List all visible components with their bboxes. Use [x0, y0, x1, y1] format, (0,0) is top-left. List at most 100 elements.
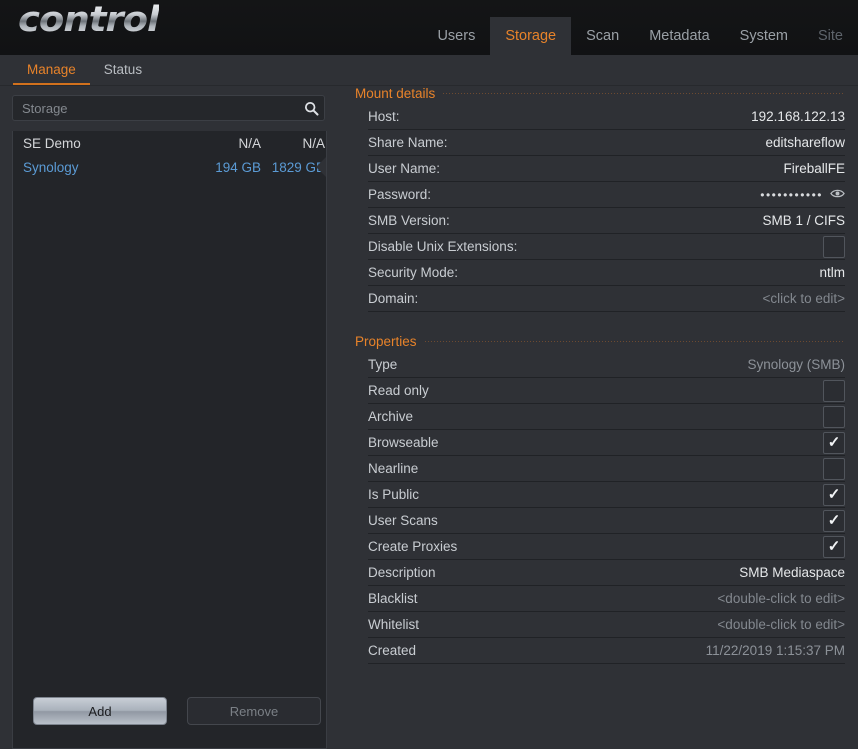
password-dots: •••••••••••: [760, 187, 823, 202]
detail-value: SMB 1 / CIFS: [762, 213, 845, 228]
detail-row: Created 11/22/2019 1:15:37 PM: [368, 638, 845, 664]
nav-tab-scan[interactable]: Scan: [571, 17, 634, 55]
detail-label: Whitelist: [368, 617, 420, 632]
detail-label: Domain:: [368, 291, 419, 306]
editable-placeholder[interactable]: <double-click to edit>: [717, 591, 845, 606]
detail-row: Nearline: [368, 456, 845, 482]
detail-value: ntlm: [819, 265, 845, 280]
detail-row: Create Proxies ✓: [368, 534, 845, 560]
search-input[interactable]: [13, 100, 298, 116]
detail-label: User Scans: [368, 513, 438, 528]
storage-total: N/A: [302, 135, 325, 151]
detail-value: SMB Mediaspace: [739, 565, 845, 580]
detail-value: FireballFE: [783, 161, 845, 176]
app-header: control Users Storage Scan Metadata System Si…: [0, 0, 858, 55]
detail-row: Blacklist <double-click to edit>: [368, 586, 845, 612]
checkbox[interactable]: ✓: [823, 509, 845, 532]
detail-label: Host:: [368, 109, 400, 124]
storage-used: 194 GB: [215, 159, 261, 175]
check-icon: ✓: [827, 486, 841, 503]
nav-tab-system[interactable]: System: [725, 17, 803, 55]
checkbox[interactable]: [823, 379, 845, 402]
heading-rule: [424, 341, 845, 342]
checkbox[interactable]: ✓: [823, 431, 845, 454]
detail-label: Browseable: [368, 435, 439, 450]
storage-list-pane: SE DemoN/AN/ASynology194 GB1829 GB Add R…: [0, 86, 345, 749]
eye-icon[interactable]: [830, 187, 845, 202]
checkbox[interactable]: ✓: [823, 483, 845, 506]
detail-label: Is Public: [368, 487, 420, 502]
detail-row: Share Name: editshareflow: [368, 130, 845, 156]
detail-label: Password:: [368, 187, 432, 202]
detail-label: Create Proxies: [368, 539, 458, 554]
detail-row: Domain: <click to edit>: [368, 286, 845, 312]
check-icon: ✓: [827, 512, 841, 529]
editable-placeholder[interactable]: <double-click to edit>: [717, 617, 845, 632]
detail-label: Description: [368, 565, 436, 580]
detail-value: 11/22/2019 1:15:37 PM: [705, 643, 845, 658]
detail-label: Created: [368, 643, 417, 658]
check-icon: ✓: [827, 434, 841, 451]
checkbox[interactable]: [823, 405, 845, 428]
detail-label: SMB Version:: [368, 213, 450, 228]
search-icon[interactable]: [298, 101, 324, 116]
detail-label: User Name:: [368, 161, 441, 176]
editable-placeholder[interactable]: <click to edit>: [762, 291, 845, 306]
nav-tab-metadata[interactable]: Metadata: [634, 17, 724, 55]
remove-button: Remove: [187, 697, 321, 725]
sub-tab-status[interactable]: Status: [90, 62, 156, 85]
detail-value: Synology (SMB): [747, 357, 845, 372]
list-action-buttons: Add Remove: [33, 697, 333, 725]
page-body: SE DemoN/AN/ASynology194 GB1829 GB Add R…: [0, 86, 858, 749]
heading-rule: [443, 93, 845, 94]
detail-label: Archive: [368, 409, 414, 424]
sub-tab-bar: Manage Status: [0, 55, 858, 86]
nav-tab-storage[interactable]: Storage: [490, 17, 572, 55]
password-value[interactable]: •••••••••••: [760, 187, 845, 202]
detail-label: Disable Unix Extensions:: [368, 239, 518, 254]
storage-name: Synology: [23, 159, 79, 175]
mount-details-title: Mount details: [355, 86, 436, 101]
storage-list-item[interactable]: SE Demo N/A N/A: [13, 131, 326, 155]
storage-used: N/A: [238, 135, 261, 151]
selected-row-caret-icon: [315, 155, 326, 179]
control-app-window: control Users Storage Scan Metadata System Si…: [0, 0, 858, 749]
detail-row: Browseable ✓: [368, 430, 845, 456]
sub-tab-manage[interactable]: Manage: [13, 62, 90, 85]
nav-tab-site[interactable]: Site: [803, 17, 858, 55]
detail-row: Archive: [368, 404, 845, 430]
checkbox[interactable]: [823, 457, 845, 480]
detail-row: Is Public ✓: [368, 482, 845, 508]
checkbox[interactable]: [823, 235, 845, 258]
details-pane: Mount details Host: 192.168.122.13 Share N…: [355, 86, 845, 709]
check-icon: ✓: [827, 538, 841, 555]
mount-details-rows: Host: 192.168.122.13 Share Name: editsharef…: [355, 104, 845, 312]
properties-heading: Properties: [355, 334, 845, 349]
search-box[interactable]: [12, 95, 325, 121]
detail-value: editshareflow: [765, 135, 845, 150]
detail-label: Read only: [368, 383, 429, 398]
checkbox[interactable]: ✓: [823, 535, 845, 558]
detail-row: Whitelist <double-click to edit>: [368, 612, 845, 638]
detail-label: Blacklist: [368, 591, 418, 606]
detail-row: User Scans ✓: [368, 508, 845, 534]
detail-row: Disable Unix Extensions:: [368, 234, 845, 260]
detail-value: 192.168.122.13: [751, 109, 845, 124]
detail-row: User Name: FireballFE: [368, 156, 845, 182]
app-logo: control: [18, 0, 160, 40]
storage-name: SE Demo: [23, 135, 81, 151]
detail-row: Read only: [368, 378, 845, 404]
detail-row: SMB Version: SMB 1 / CIFS: [368, 208, 845, 234]
nav-tab-users[interactable]: Users: [422, 17, 490, 55]
mount-details-heading: Mount details: [355, 86, 845, 101]
detail-row: Host: 192.168.122.13: [368, 104, 845, 130]
properties-title: Properties: [355, 334, 417, 349]
storage-list-item[interactable]: Synology 194 GB 1829 GB: [13, 155, 326, 179]
detail-row: Security Mode: ntlm: [368, 260, 845, 286]
detail-row: Password: •••••••••••: [368, 182, 845, 208]
properties-rows: Type Synology (SMB) Read only Archive Browse…: [355, 352, 845, 664]
storage-list[interactable]: SE Demo N/A N/A Synology 194 GB 1829 GB: [12, 131, 327, 749]
detail-row: Description SMB Mediaspace: [368, 560, 845, 586]
add-button[interactable]: Add: [33, 697, 167, 725]
